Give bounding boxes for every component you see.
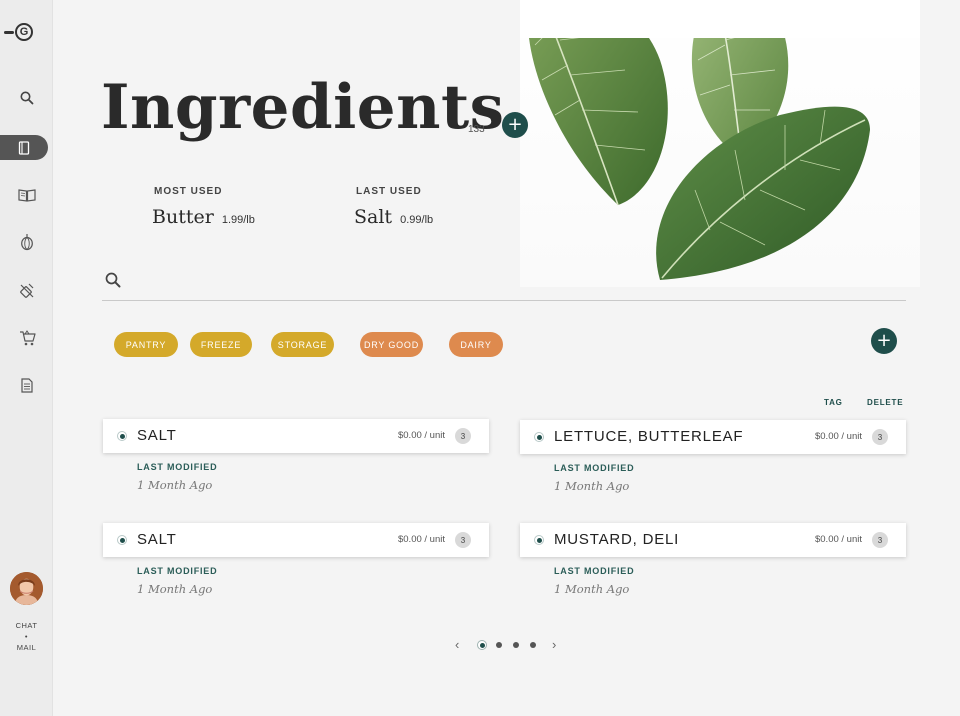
tools-icon[interactable] <box>14 278 40 304</box>
page-dot-2[interactable] <box>496 642 502 648</box>
tag-label: STORAGE <box>277 339 328 350</box>
tag-pantry[interactable]: PANTRY <box>114 332 178 357</box>
tag-dairy[interactable]: DAIRY <box>449 332 503 357</box>
most-used-item: Butter <box>152 206 214 228</box>
search-icon[interactable] <box>14 85 40 111</box>
tag-action-link[interactable]: TAG <box>824 398 843 407</box>
report-icon[interactable] <box>14 372 40 398</box>
logo-letter: G <box>15 23 33 41</box>
last-modified-label: LAST MODIFIED <box>137 462 218 472</box>
last-used-value: Salt 0.99/lb <box>354 206 433 228</box>
last-modified-value: 1 Month Ago <box>137 582 213 596</box>
last-used-label: LAST USED <box>356 186 422 197</box>
ingredient-qty-badge: 3 <box>455 532 471 548</box>
last-used-price: 0.99/lb <box>400 214 434 226</box>
chat-mail-links: CHAT • MAIL <box>0 620 53 653</box>
search-icon <box>105 272 121 293</box>
ingredient-name: SALT <box>137 531 177 548</box>
ingredient-qty-badge: 3 <box>872 532 888 548</box>
add-ingredient-button[interactable]: + <box>502 112 528 138</box>
tag-freeze[interactable]: FREEZE <box>190 332 252 357</box>
ingredient-card[interactable]: LETTUCE, BUTTERLEAF $0.00 / unit 3 <box>520 420 906 454</box>
chat-link[interactable]: CHAT <box>0 620 53 631</box>
ingredient-name: SALT <box>137 427 177 444</box>
ingredient-price: $0.00 / unit <box>397 430 445 441</box>
page-dot-1[interactable] <box>477 640 487 650</box>
app-logo[interactable]: G <box>4 20 38 44</box>
last-modified-label: LAST MODIFIED <box>554 463 635 473</box>
select-radio[interactable] <box>117 535 127 545</box>
prev-page-chevron-icon[interactable]: ‹ <box>455 636 459 654</box>
ingredient-qty-badge: 3 <box>872 429 888 445</box>
pagination: ‹ › <box>452 636 562 654</box>
ingredient-name: MUSTARD, DELI <box>554 531 680 548</box>
last-modified-value: 1 Month Ago <box>554 479 630 493</box>
most-used-value: Butter 1.99/lb <box>152 206 255 228</box>
tag-label: PANTRY <box>125 339 167 350</box>
page-dot-4[interactable] <box>530 642 536 648</box>
page-title: Ingredients <box>101 72 505 143</box>
delete-action-link[interactable]: DELETE <box>867 398 903 407</box>
tag-label: FREEZE <box>200 339 242 350</box>
logo-key-line <box>4 30 14 34</box>
onion-icon[interactable] <box>14 229 40 255</box>
last-modified-label: LAST MODIFIED <box>137 566 218 576</box>
last-modified-value: 1 Month Ago <box>137 478 213 492</box>
avatar[interactable] <box>10 572 43 605</box>
hero-top-band <box>520 0 920 38</box>
search-bar <box>102 266 906 301</box>
tag-label: DRY GOOD <box>363 339 420 350</box>
page-dot-3[interactable] <box>513 642 519 648</box>
tag-label: DAIRY <box>460 339 492 350</box>
mint-leaves-illustration <box>527 0 870 280</box>
last-used-item: Salt <box>354 206 393 228</box>
select-radio[interactable] <box>117 431 127 441</box>
ingredient-count: 133 <box>468 124 485 135</box>
ingredient-price: $0.00 / unit <box>814 534 862 545</box>
recipe-book-icon[interactable] <box>14 182 40 208</box>
ingredient-price: $0.00 / unit <box>814 431 862 442</box>
sidebar: G CHAT • MAIL <box>0 0 53 716</box>
last-modified-value: 1 Month Ago <box>554 582 630 596</box>
most-used-label: MOST USED <box>154 186 223 197</box>
ingredient-name: LETTUCE, BUTTERLEAF <box>554 428 744 445</box>
hero-mint-leaves-image <box>520 0 920 287</box>
tag-storage[interactable]: STORAGE <box>271 332 334 357</box>
cart-icon[interactable] <box>14 325 40 351</box>
ingredient-card[interactable]: SALT $0.00 / unit 3 <box>103 523 489 557</box>
ingredient-price: $0.00 / unit <box>397 534 445 545</box>
ingredients-nav-icon[interactable] <box>0 135 48 160</box>
ingredient-qty-badge: 3 <box>455 428 471 444</box>
next-page-chevron-icon[interactable]: › <box>552 636 556 654</box>
ingredient-card[interactable]: MUSTARD, DELI $0.00 / unit 3 <box>520 523 906 557</box>
add-tag-button[interactable]: + <box>871 328 897 354</box>
chat-mail-separator: • <box>24 632 29 641</box>
tag-dry-good[interactable]: DRY GOOD <box>360 332 423 357</box>
select-radio[interactable] <box>534 535 544 545</box>
last-modified-label: LAST MODIFIED <box>554 566 635 576</box>
ingredient-card[interactable]: SALT $0.00 / unit 3 <box>103 419 489 453</box>
select-radio[interactable] <box>534 432 544 442</box>
mail-link[interactable]: MAIL <box>0 642 53 653</box>
search-input[interactable] <box>132 270 872 294</box>
most-used-price: 1.99/lb <box>221 214 255 226</box>
